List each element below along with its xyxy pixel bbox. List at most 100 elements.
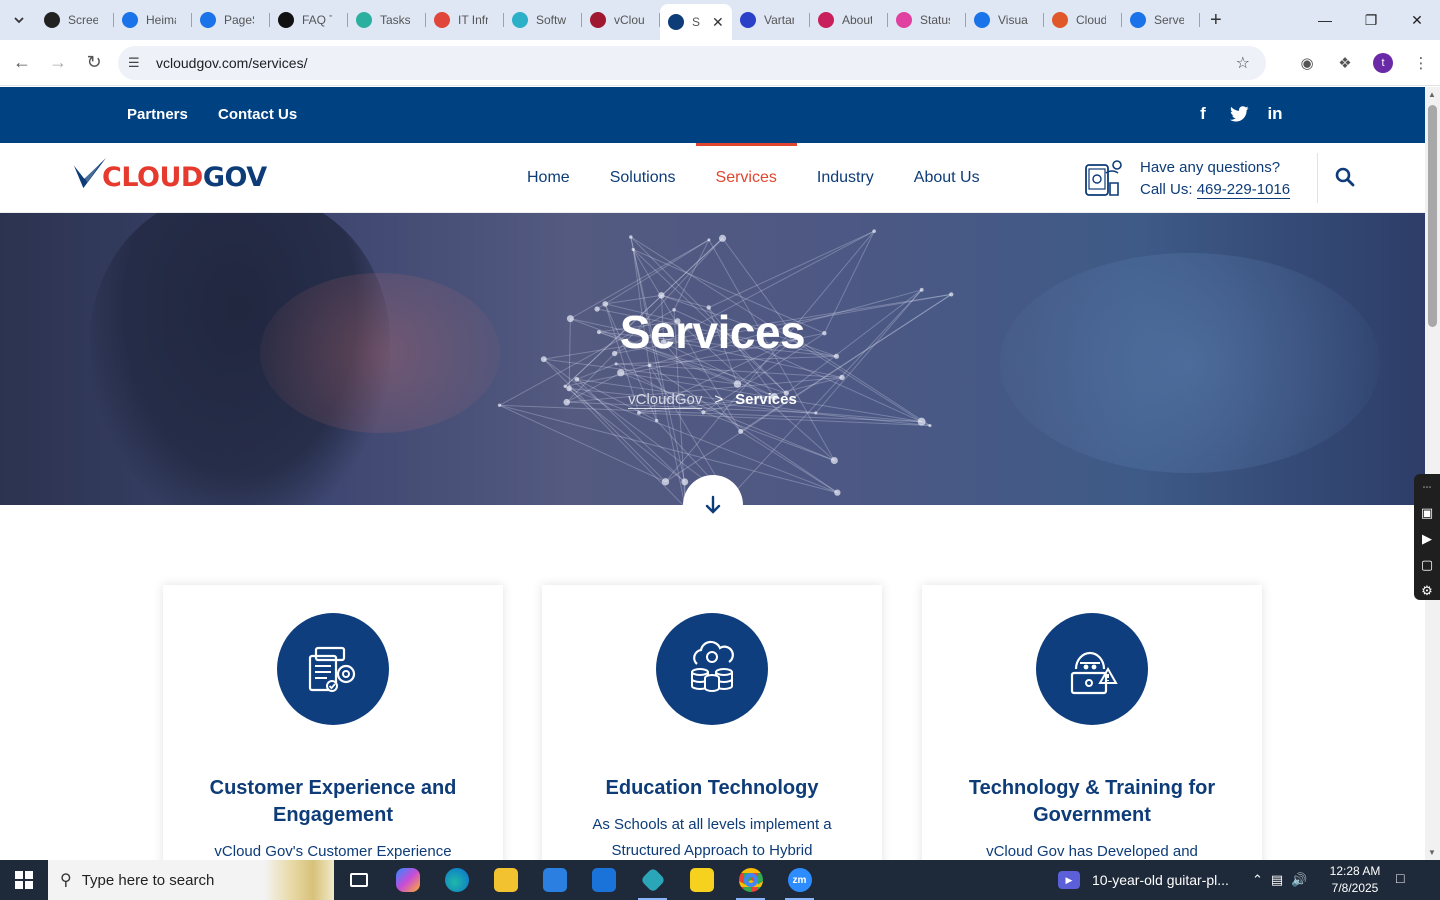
back-icon[interactable]: ←: [4, 45, 40, 81]
twitter-icon[interactable]: [1229, 104, 1249, 124]
tab-favicon-icon: [1130, 12, 1146, 28]
file-explorer-icon[interactable]: [481, 860, 530, 900]
browser-tab[interactable]: Tasks: [348, 4, 426, 36]
contact-info: Have any questions? Call Us: 469-229-101…: [1084, 157, 1291, 201]
app-diamond-icon[interactable]: [628, 860, 677, 900]
browser-tab[interactable]: Vartar: [732, 4, 810, 36]
link-icon[interactable]: ⋯: [1418, 478, 1436, 496]
browser-tab[interactable]: Visual: [966, 4, 1044, 36]
webpage: Partners Contact Us f in CLOUDGOV Home So…: [0, 87, 1425, 860]
search-icon: ⚲: [60, 872, 72, 889]
mail-icon[interactable]: [579, 860, 628, 900]
clock-time: 12:28 AM: [1329, 864, 1381, 878]
browser-tab[interactable]: PageS: [192, 4, 270, 36]
chrome-icon[interactable]: [726, 860, 775, 900]
menu-kebab-icon[interactable]: ⋮: [1402, 54, 1440, 72]
browser-tab[interactable]: vClou: [582, 4, 660, 36]
settings-gear-icon[interactable]: ⚙: [1418, 582, 1436, 600]
forward-icon[interactable]: →: [40, 45, 76, 81]
tray-chevron-up-icon[interactable]: ⌃: [1252, 872, 1263, 888]
start-button[interactable]: [0, 860, 48, 900]
translate-icon[interactable]: ◉: [1288, 54, 1326, 72]
tab-favicon-icon: [896, 12, 912, 28]
microsoft-store-icon[interactable]: [530, 860, 579, 900]
taskbar-clock[interactable]: 12:28 AM 7/8/2025: [1322, 863, 1388, 897]
browser-tab[interactable]: Heima: [114, 4, 192, 36]
browser-tab[interactable]: Se ✕: [660, 4, 732, 40]
nav-item-about-us[interactable]: About Us: [894, 143, 1000, 213]
search-highlight-image: [264, 860, 334, 900]
tab-favicon-icon: [590, 12, 606, 28]
partners-link[interactable]: Partners: [127, 106, 188, 123]
task-view-icon[interactable]: [334, 860, 383, 900]
taskbar-search[interactable]: ⚲ Type here to search: [48, 860, 334, 900]
browser-tab[interactable]: FAQ T: [270, 4, 348, 36]
linkedin-icon[interactable]: in: [1265, 104, 1285, 124]
main-navigation: Home Solutions Services Industry About Us: [507, 143, 1000, 213]
browser-tab[interactable]: Serve: [1122, 4, 1200, 36]
copilot-icon[interactable]: [383, 860, 432, 900]
browser-tab[interactable]: Cloud: [1044, 4, 1122, 36]
tab-title: FAQ T: [302, 13, 332, 27]
browser-tab[interactable]: IT Infr: [426, 4, 504, 36]
facebook-icon[interactable]: f: [1193, 104, 1213, 124]
new-tab-button[interactable]: +: [1210, 9, 1222, 32]
browser-tab[interactable]: Softw: [504, 4, 582, 36]
tab-search-button[interactable]: [6, 7, 32, 33]
edge-icon[interactable]: [432, 860, 481, 900]
extensions-icon[interactable]: ❖: [1326, 54, 1364, 72]
close-window-icon[interactable]: ✕: [1394, 0, 1440, 40]
browser-tab[interactable]: Screen: [36, 4, 114, 36]
social-links: f in: [1193, 104, 1285, 124]
tab-favicon-icon: [818, 12, 834, 28]
nav-item-industry[interactable]: Industry: [797, 143, 894, 213]
volume-icon[interactable]: 🔊: [1291, 872, 1307, 888]
contact-us-link[interactable]: Contact Us: [218, 106, 297, 123]
scroll-down-arrow-icon[interactable]: ▼: [1428, 848, 1436, 857]
card-title: Customer Experience and Engagement: [209, 777, 457, 826]
browser-tab[interactable]: About: [810, 4, 888, 36]
nav-item-services[interactable]: Services: [695, 143, 798, 213]
profile-avatar[interactable]: t: [1373, 53, 1393, 73]
site-info-icon[interactable]: ☰: [128, 55, 144, 71]
restore-icon[interactable]: ❐: [1348, 0, 1394, 40]
browser-tab[interactable]: Status: [888, 4, 966, 36]
scroll-up-arrow-icon[interactable]: ▲: [1428, 90, 1436, 99]
reload-icon[interactable]: ↻: [76, 45, 112, 81]
address-bar[interactable]: ☰ vcloudgov.com/services/ ☆: [118, 46, 1266, 80]
scrollbar-thumb[interactable]: [1428, 105, 1437, 327]
nav-item-solutions[interactable]: Solutions: [590, 143, 696, 213]
url-text[interactable]: vcloudgov.com/services/: [156, 55, 307, 71]
tab-favicon-icon: [356, 12, 372, 28]
nav-item-home[interactable]: Home: [507, 143, 590, 213]
service-card-customer-experience[interactable]: Customer Experience and Engagement vClou…: [163, 585, 503, 860]
minimize-icon[interactable]: —: [1302, 0, 1348, 40]
tab-close-icon[interactable]: ✕: [712, 14, 724, 31]
service-card-technology-training[interactable]: Technology & Training for Government vCl…: [922, 585, 1262, 860]
logo-text-cloud: CLOUD: [102, 162, 203, 193]
media-widget[interactable]: ▶ 10-year-old guitar-pl...: [1058, 860, 1229, 900]
media-title: 10-year-old guitar-pl...: [1092, 872, 1229, 888]
tab-title: Se: [692, 15, 700, 29]
window-controls: — ❐ ✕: [1302, 0, 1440, 40]
camera-icon[interactable]: ▣: [1418, 504, 1436, 522]
zoom-icon[interactable]: zm: [775, 860, 824, 900]
breadcrumb-home-link[interactable]: vCloudGov: [628, 391, 703, 409]
vcloudgov-logo[interactable]: CLOUDGOV: [72, 155, 267, 193]
phone-link[interactable]: 469-229-1016: [1196, 181, 1291, 199]
service-card-education-technology[interactable]: Education Technology As Schools at all l…: [542, 585, 882, 860]
notifications-icon[interactable]: □: [1396, 870, 1416, 890]
window-icon[interactable]: ▢: [1418, 556, 1436, 574]
card-text: vCloud Gov has Developed and: [986, 843, 1198, 860]
tab-title: vClou: [614, 13, 644, 27]
bookmark-star-icon[interactable]: ☆: [1236, 53, 1250, 73]
tab-favicon-icon: [122, 12, 138, 28]
tab-favicon-icon: [974, 12, 990, 28]
scroll-down-button[interactable]: [683, 475, 743, 535]
video-icon[interactable]: ▶: [1418, 530, 1436, 548]
arrow-down-icon: [705, 495, 721, 514]
network-icon[interactable]: ▤: [1271, 872, 1283, 888]
sticky-notes-icon[interactable]: [677, 860, 726, 900]
search-icon[interactable]: [1335, 167, 1355, 187]
network-graphic: [497, 229, 954, 505]
